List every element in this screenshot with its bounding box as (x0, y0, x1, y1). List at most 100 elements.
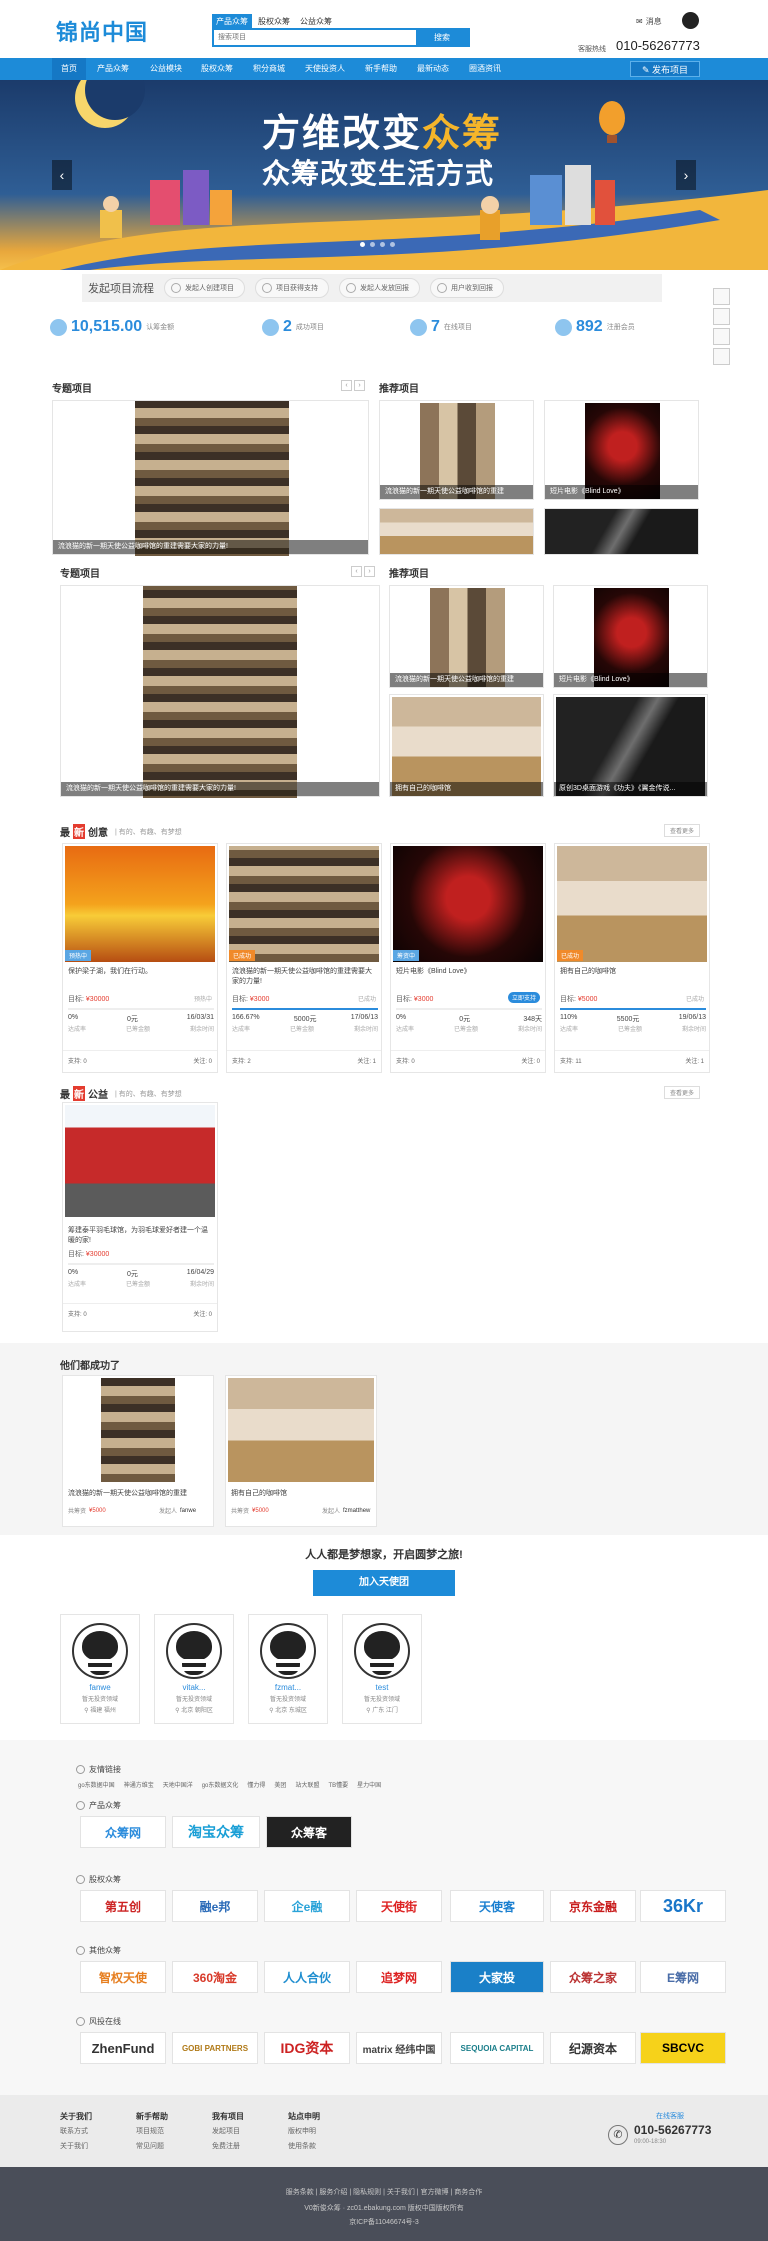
prev-icon[interactable]: ‹ (351, 566, 362, 577)
recommended-card[interactable]: 原创3D桌面游戏《功夫》《翼金传说... (553, 694, 708, 797)
search-input[interactable] (214, 30, 416, 45)
recommended-card[interactable] (544, 508, 699, 555)
user-name[interactable]: vitak... (155, 1683, 233, 1692)
banner-prev-arrow-icon[interactable]: ‹ (52, 160, 72, 190)
success-card[interactable]: 流浪猫的新一期天使公益咖啡馆的重建 共筹资 ¥5000 发起人 fanwe (62, 1375, 214, 1527)
hero-banner[interactable]: 方维改变众筹 众筹改变生活方式 ‹ › (0, 80, 768, 270)
friend-link[interactable]: 星力中国 (357, 1780, 381, 1789)
partner-logo[interactable]: 智权天使 (80, 1961, 166, 1993)
partner-logo[interactable]: 天使客 (450, 1890, 544, 1922)
friend-link[interactable]: 懂力得 (247, 1780, 265, 1789)
footer-nav[interactable]: 服务条款 | 服务介绍 | 隐私规则 | 关于我们 | 官方微博 | 商务合作 (0, 2167, 768, 2197)
footer-link[interactable]: 关于我们 (60, 2143, 88, 2150)
messages-link[interactable]: ✉ 消息 (636, 16, 662, 27)
online-service-link[interactable]: 在线客服 (656, 2111, 684, 2121)
partner-logo[interactable]: GOBI PARTNERS (172, 2032, 258, 2064)
charity-more-link[interactable]: 查看更多 (664, 1086, 701, 1099)
next-icon[interactable]: › (364, 566, 375, 577)
nav-product[interactable]: 产品众筹 (88, 58, 138, 80)
partner-logo[interactable]: 众筹客 (266, 1816, 352, 1848)
partner-logo[interactable]: 追梦网 (356, 1961, 442, 1993)
footer-link[interactable]: 使用条款 (288, 2143, 316, 2150)
search-button[interactable]: 搜索 (416, 30, 468, 45)
footer-link[interactable]: 版权申明 (288, 2128, 316, 2135)
partner-logo[interactable]: 京东金融 (550, 1890, 636, 1922)
recommended-card[interactable]: 短片电影《Blind Love》 (553, 585, 708, 688)
friend-link[interactable]: 天地中国洋 (163, 1780, 193, 1789)
nav-equity[interactable]: 股权众筹 (192, 58, 242, 80)
qq-icon[interactable] (713, 308, 730, 325)
partner-logo[interactable]: E筹网 (640, 1961, 726, 1993)
user-name[interactable]: fanwe (61, 1683, 139, 1692)
share-icon[interactable] (713, 288, 730, 305)
footer-link[interactable]: 发起项目 (212, 2128, 240, 2135)
nav-info[interactable]: 圈酒资讯 (460, 58, 510, 80)
angel-user-card[interactable]: fzmat... 暂无投资领域 ⚲ 北京 东城区 (248, 1614, 328, 1724)
partner-logo[interactable]: 大家投 (450, 1961, 544, 1993)
search-tab-equity[interactable]: 股权众筹 (254, 14, 294, 29)
friend-link[interactable]: go东数据中国 (78, 1780, 115, 1789)
partner-logo[interactable]: 淘宝众筹 (172, 1816, 260, 1848)
feedback-icon[interactable] (713, 348, 730, 365)
user-avatar-icon[interactable] (682, 12, 699, 29)
partner-logo[interactable]: 36Kr (640, 1890, 726, 1922)
banner-dot[interactable] (390, 242, 395, 247)
latest-more-link[interactable]: 查看更多 (664, 824, 701, 837)
angel-user-card[interactable]: test 暂无投资领域 ⚲ 广东 江门 (342, 1614, 422, 1724)
partner-logo[interactable]: matrix 经纬中国 (356, 2032, 442, 2064)
charity-project-card[interactable]: 筹建泰平羽毛球馆，为羽毛球爱好者建一个温暖的家! 目标: ¥30000 0% 0元… (62, 1102, 218, 1332)
partner-logo[interactable]: ZhenFund (80, 2032, 166, 2064)
user-name[interactable]: fzmat... (249, 1683, 327, 1692)
recommended-card[interactable]: 流浪猫的新一期天使公益咖啡馆的重建 (379, 400, 534, 500)
partner-logo[interactable]: 360淘金 (172, 1961, 258, 1993)
banner-dot[interactable] (360, 242, 365, 247)
nav-home[interactable]: 首页 (52, 58, 86, 80)
latest-project-card[interactable]: 预热中 保护梁子湖，我们在行动。 目标: ¥30000 预热中 0% 0元 16/03/31… (62, 843, 218, 1073)
partner-logo[interactable]: SBCVC (640, 2032, 726, 2064)
nav-angel[interactable]: 天使投资人 (296, 58, 354, 80)
partner-logo[interactable]: 众筹之家 (550, 1961, 636, 1993)
friend-link[interactable]: 美团 (274, 1780, 286, 1789)
join-angel-button[interactable]: 加入天使团 (313, 1570, 455, 1596)
latest-project-card[interactable]: 筹资中 短片电影《Blind Love》 目标: ¥3000 立即支持 0% 0元 348天… (390, 843, 546, 1073)
partner-logo[interactable]: 企e融 (264, 1890, 350, 1922)
recommended-card[interactable] (379, 508, 534, 555)
friend-link[interactable]: 站大联盟 (295, 1780, 319, 1789)
banner-dot[interactable] (380, 242, 385, 247)
special-project-card[interactable]: 流浪猫的新一期天使公益咖啡馆的重建需要大家的力量! (60, 585, 380, 798)
project-status[interactable]: 立即支持 (507, 992, 540, 1003)
partner-logo[interactable]: 天使街 (356, 1890, 442, 1922)
publish-project-button[interactable]: ✎ 发布项目 (630, 61, 700, 77)
banner-next-arrow-icon[interactable]: › (676, 160, 696, 190)
footer-link[interactable]: 联系方式 (60, 2128, 88, 2135)
user-name[interactable]: test (343, 1683, 421, 1692)
next-icon[interactable]: › (354, 380, 365, 391)
friend-link[interactable]: 神通方维宝 (124, 1780, 154, 1789)
prev-icon[interactable]: ‹ (341, 380, 352, 391)
nav-news[interactable]: 最新动态 (408, 58, 458, 80)
phone-icon[interactable] (713, 328, 730, 345)
partner-logo[interactable]: SEQUOIA CAPITAL (450, 2032, 544, 2064)
success-card[interactable]: 拥有自己的咖啡馆 共筹资 ¥5000 发起人 fzmatthew (225, 1375, 377, 1527)
recommended-card[interactable]: 流浪猫的新一期天使公益咖啡馆的重建 (389, 585, 544, 688)
friend-link[interactable]: go东数据文化 (202, 1780, 239, 1789)
partner-logo[interactable]: IDG资本 (264, 2032, 350, 2064)
nav-points-mall[interactable]: 积分商城 (244, 58, 294, 80)
recommended-card[interactable]: 短片电影《Blind Love》 (544, 400, 699, 500)
partner-logo[interactable]: 众筹网 (80, 1816, 166, 1848)
partner-logo[interactable]: 第五创 (80, 1890, 166, 1922)
partner-logo[interactable]: 人人合伙 (264, 1961, 350, 1993)
footer-link[interactable]: 免费注册 (212, 2143, 240, 2150)
footer-link[interactable]: 项目规范 (136, 2128, 164, 2135)
nav-charity[interactable]: 公益模块 (141, 58, 191, 80)
latest-project-card[interactable]: 已成功 流浪猫的新一期天使公益咖啡馆的重建需要大家的力量! 目标: ¥3000 已成功… (226, 843, 382, 1073)
nav-help[interactable]: 新手帮助 (356, 58, 406, 80)
friend-link[interactable]: TB懂要 (328, 1780, 348, 1789)
site-logo[interactable]: 锦尚中国 (56, 15, 148, 47)
footer-link[interactable]: 常见问题 (136, 2143, 164, 2150)
search-tab-product[interactable]: 产品众筹 (212, 14, 252, 29)
partner-logo[interactable]: 纪源资本 (550, 2032, 636, 2064)
special-project-card[interactable]: 流浪猫的新一期天使公益咖啡馆的重建需要大家的力量! (52, 400, 369, 556)
angel-user-card[interactable]: fanwe 暂无投资领域 ⚲ 福建 福州 (60, 1614, 140, 1724)
partner-logo[interactable]: 融e邦 (172, 1890, 258, 1922)
